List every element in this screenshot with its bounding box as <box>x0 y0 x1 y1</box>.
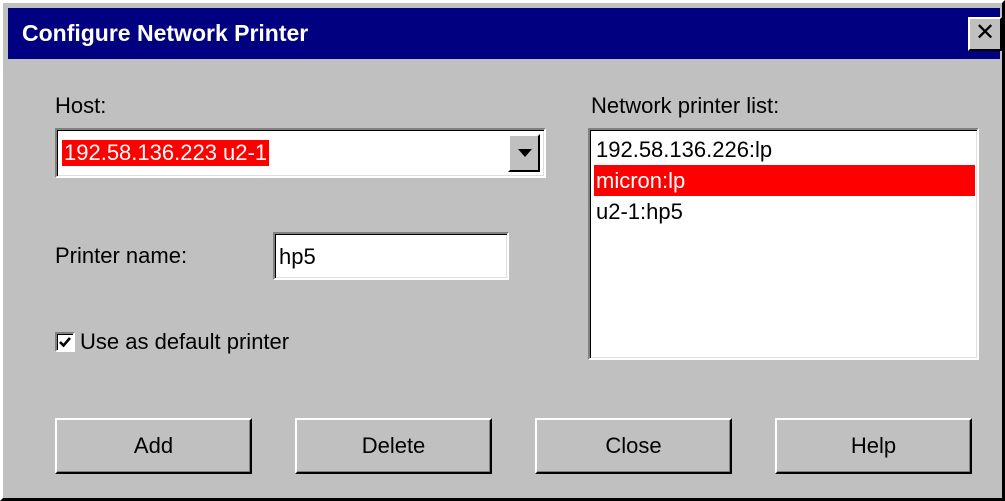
printer-name-label: Printer name: <box>55 243 188 268</box>
host-selected-value: 192.58.136.223 u2-1 <box>62 140 270 166</box>
default-printer-checkbox[interactable] <box>55 332 75 352</box>
title-bar[interactable]: Configure Network Printer ✕ <box>8 8 1002 59</box>
printer-name-value: hp5 <box>279 244 316 269</box>
window-title: Configure Network Printer <box>22 20 309 46</box>
host-dropdown-button[interactable] <box>508 134 540 172</box>
host-label: Host: <box>55 93 107 118</box>
default-printer-label[interactable]: Use as default printer <box>80 329 289 355</box>
network-printer-list[interactable]: 192.58.136.226:lp micron:lp u2-1:hp5 <box>588 128 979 360</box>
delete-button[interactable]: Delete <box>295 418 492 474</box>
close-icon: ✕ <box>974 19 996 46</box>
checkmark-icon <box>59 337 71 348</box>
list-item-selected[interactable]: micron:lp <box>594 165 975 196</box>
network-printer-list-label: Network printer list: <box>591 93 780 118</box>
help-button[interactable]: Help <box>775 418 972 474</box>
list-item[interactable]: u2-1:hp5 <box>594 196 975 227</box>
add-button[interactable]: Add <box>55 418 252 474</box>
dialog-window: Configure Network Printer ✕ Host: 192.58… <box>0 0 1005 501</box>
host-combobox[interactable]: 192.58.136.223 u2-1 <box>55 128 546 178</box>
close-window-button[interactable]: ✕ <box>968 17 1002 51</box>
printer-name-field[interactable]: hp5 <box>273 232 509 280</box>
chevron-down-icon <box>518 149 532 157</box>
close-button[interactable]: Close <box>535 418 732 474</box>
list-item[interactable]: 192.58.136.226:lp <box>594 134 975 165</box>
